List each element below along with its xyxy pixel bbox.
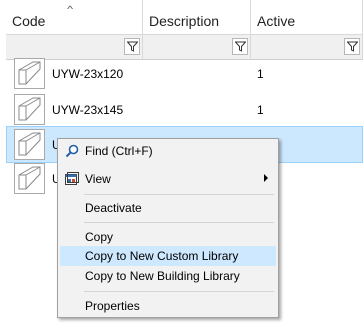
menu-item-copy-to-new-custom-library[interactable]: Copy to New Custom Library <box>60 246 276 266</box>
filter-button[interactable] <box>124 38 140 55</box>
menu-item-label: Copy to New Building Library <box>85 269 240 283</box>
menu-item-label: Deactivate <box>85 201 142 215</box>
menu-item-find[interactable]: Find (Ctrl+F) <box>60 141 276 161</box>
column-header-code[interactable]: ^ Code <box>6 0 143 35</box>
menu-item-label: Properties <box>85 299 140 313</box>
menu-item-label: Copy to New Custom Library <box>85 249 239 263</box>
filter-icon <box>126 41 138 52</box>
menu-item-properties[interactable]: Properties <box>60 296 276 316</box>
menu-item-label: View <box>85 172 111 186</box>
profile-thumbnail-icon <box>14 129 45 160</box>
column-header-label: Code <box>12 13 46 29</box>
menu-item-deactivate[interactable]: Deactivate <box>60 198 276 218</box>
menu-item-label: Find (Ctrl+F) <box>85 144 153 158</box>
submenu-arrow-icon <box>264 174 268 182</box>
column-header-label: Active <box>257 13 296 29</box>
profile-thumbnail-icon <box>14 58 45 89</box>
column-header-description[interactable]: Description <box>143 0 251 35</box>
column-header-label: Description <box>149 13 220 29</box>
menu-separator <box>84 222 274 223</box>
filter-button[interactable] <box>232 38 248 55</box>
cell-active: 1 <box>257 103 264 117</box>
sort-ascending-icon: ^ <box>67 4 74 14</box>
cell-code: UYW-23x145 <box>52 103 124 117</box>
cell-code: UYW-23x120 <box>52 67 124 81</box>
menu-item-view[interactable]: View <box>60 169 276 189</box>
menu-item-label: Copy <box>85 230 114 244</box>
filter-icon <box>346 41 358 52</box>
menu-item-copy-to-new-building-library[interactable]: Copy to New Building Library <box>60 266 276 286</box>
context-menu: Find (Ctrl+F) View Deactivate Copy Copy … <box>57 138 279 318</box>
table-row[interactable]: UYW-23x145 1 <box>6 91 363 128</box>
filter-icon <box>234 41 246 52</box>
cell-active: 1 <box>257 67 264 81</box>
menu-separator <box>84 291 274 292</box>
profile-thumbnail-icon <box>14 163 45 194</box>
table-row[interactable]: UYW-23x120 1 <box>6 55 363 92</box>
filter-button[interactable] <box>344 38 360 55</box>
column-header-active[interactable]: Active <box>251 0 363 35</box>
menu-item-copy[interactable]: Copy <box>60 227 276 247</box>
profile-thumbnail-icon <box>14 94 45 125</box>
search-icon <box>64 143 80 159</box>
menu-separator <box>84 194 274 195</box>
view-icon <box>64 171 80 187</box>
